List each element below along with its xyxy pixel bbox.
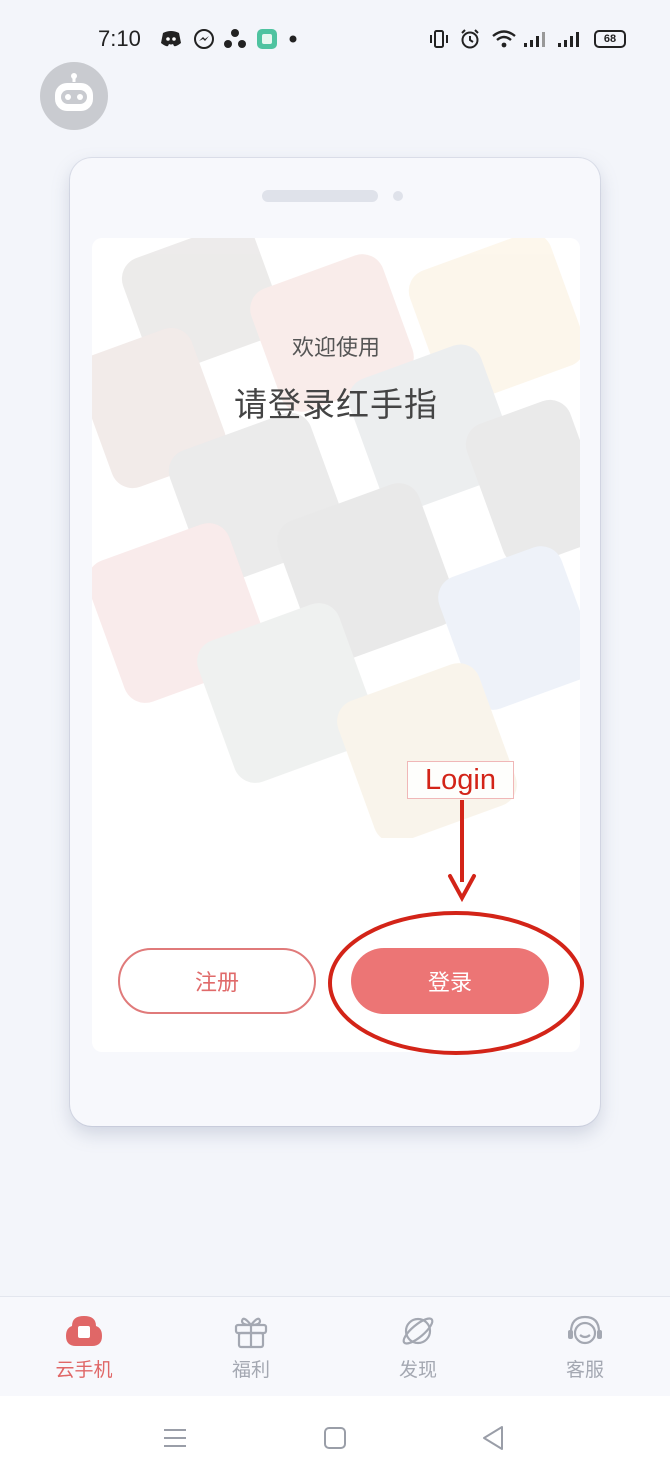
tab-welfare[interactable]: 福利 [191,1297,311,1397]
status-time: 7:10 [98,26,141,51]
alarm-icon [458,28,482,50]
login-button[interactable]: 登录 [351,948,549,1014]
app-icon [254,28,280,50]
dot-icon [287,28,299,50]
planet-icon [397,1311,439,1351]
discord-icon [158,28,184,50]
phone-screen: 欢迎使用 请登录红手指 注册 登录 [92,238,580,1052]
vibrate-icon [428,28,450,50]
signal-icon [556,28,582,50]
phone-speaker [262,190,378,202]
tab-customer-service[interactable]: 客服 [525,1297,645,1397]
annotation-label: Login [407,761,514,799]
messenger-icon [192,28,216,50]
gift-icon [230,1311,272,1351]
tab-label: 发现 [398,1359,437,1381]
robot-avatar-icon[interactable] [40,62,108,130]
signal-icon [522,28,548,50]
headset-icon [564,1311,606,1351]
tab-cloud-phone[interactable]: 云手机 [24,1297,144,1397]
phone-camera [393,191,403,201]
phone-frame-card: 欢迎使用 请登录红手指 注册 登录 [70,158,600,1126]
back-icon[interactable] [475,1420,511,1456]
home-icon[interactable] [317,1420,353,1456]
game-collage-background [92,238,580,838]
system-nav-bar [0,1396,670,1478]
menu-icon[interactable] [157,1420,193,1456]
register-button[interactable]: 注册 [118,948,316,1014]
sync-icon [222,28,248,50]
wifi-icon [490,28,518,50]
bottom-tab-bar: 云手机 福利 发现 客服 [0,1296,670,1396]
status-bar: 7:10 68 [0,0,670,78]
tab-label: 福利 [231,1359,270,1381]
login-prompt-title: 请登录红手指 [234,385,438,424]
tab-label: 客服 [565,1359,604,1381]
welcome-text: 欢迎使用 [291,336,380,361]
battery-indicator: 68 [594,30,626,48]
tab-label: 云手机 [55,1359,113,1381]
tab-discover[interactable]: 发现 [358,1297,478,1397]
cloud-phone-icon [63,1311,105,1351]
